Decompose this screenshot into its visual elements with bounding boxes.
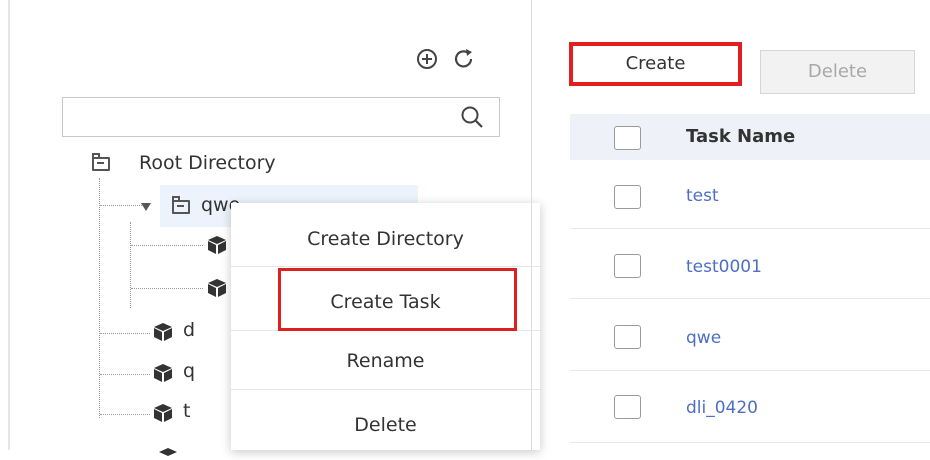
tree-node-label[interactable]: d [183, 319, 195, 341]
caret-down-icon[interactable] [140, 197, 152, 216]
row-checkbox[interactable] [614, 185, 641, 209]
row-checkbox[interactable] [614, 395, 641, 419]
cube-icon [207, 235, 227, 259]
tree-guide-line [100, 374, 150, 375]
menu-item-create-directory[interactable]: Create Directory [231, 228, 540, 250]
row-checkbox[interactable] [614, 325, 641, 349]
cube-icon [207, 278, 227, 302]
row-divider [570, 442, 930, 443]
plus-circle-icon[interactable] [416, 48, 438, 74]
panel-left-border [8, 0, 10, 450]
tree-guide-line [131, 288, 203, 289]
search-icon[interactable] [459, 104, 485, 134]
menu-divider [231, 266, 540, 267]
menu-item-delete[interactable]: Delete [231, 414, 540, 436]
menu-divider [231, 389, 540, 390]
cube-icon [153, 322, 173, 346]
cube-icon [153, 363, 173, 387]
tree-guide-line [130, 222, 131, 308]
task-name-link[interactable]: test0001 [686, 257, 762, 277]
tree-node-label[interactable]: t [183, 400, 190, 422]
create-button[interactable]: Create [569, 42, 742, 86]
cube-icon [158, 441, 178, 460]
tree-guide-line [99, 178, 100, 418]
folder-icon [92, 153, 110, 171]
tree-guide-line [100, 414, 150, 415]
tree-guide-line [100, 333, 150, 334]
tree-root-label[interactable]: Root Directory [139, 152, 276, 174]
tree-search-input[interactable] [71, 98, 455, 136]
row-divider [570, 298, 930, 299]
tree-guide-line [131, 245, 203, 246]
task-name-link[interactable]: qwe [686, 328, 721, 348]
tree-search[interactable] [62, 97, 500, 137]
task-name-link[interactable]: test [686, 186, 719, 206]
column-header-task-name[interactable]: Task Name [686, 126, 795, 147]
row-divider [570, 370, 930, 371]
tree-node-label[interactable]: q [183, 360, 195, 382]
tree-guide-line [100, 205, 142, 206]
row-checkbox[interactable] [614, 254, 641, 278]
refresh-icon[interactable] [452, 47, 476, 75]
task-name-link[interactable]: dli_0420 [686, 398, 758, 418]
folder-icon [172, 196, 190, 214]
delete-button[interactable]: Delete [760, 50, 915, 94]
select-all-checkbox[interactable] [614, 126, 641, 150]
menu-item-rename[interactable]: Rename [231, 350, 540, 372]
panel-divider [531, 0, 532, 450]
highlight-box [278, 268, 517, 331]
row-divider [570, 228, 930, 229]
cube-icon [153, 403, 173, 427]
